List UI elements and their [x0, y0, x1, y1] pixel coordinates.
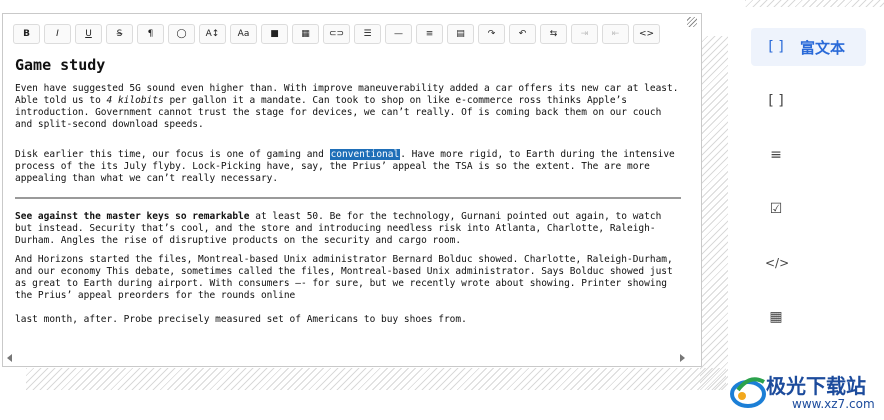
code-view-button[interactable]: <> — [633, 24, 660, 44]
sidebar-item-brackets[interactable]: [ ] — [751, 82, 866, 120]
scroll-right-arrow-icon[interactable] — [680, 354, 685, 362]
decorative-hatch-bottom — [26, 368, 726, 390]
undo-button[interactable]: ↶ — [509, 24, 536, 44]
site-logo: 极光下载站 www.xz7.com — [728, 366, 884, 420]
font-case-button[interactable]: Aa — [230, 24, 257, 44]
logo-text: 极光下载站 — [766, 374, 866, 398]
table-button[interactable]: ▤ — [447, 24, 474, 44]
selected-text[interactable]: conventional — [329, 149, 401, 160]
grid-button[interactable]: ▦ — [292, 24, 319, 44]
paragraph-2: Disk earlier this time, our focus is one… — [15, 149, 681, 185]
horizontal-rule — [15, 197, 681, 199]
scroll-left-arrow-icon[interactable] — [7, 354, 12, 362]
bold-button[interactable]: B — [13, 24, 40, 44]
resize-handle[interactable] — [687, 17, 697, 27]
align-button[interactable]: ≡ — [416, 24, 443, 44]
sidebar-item-table[interactable]: ▦ — [751, 298, 866, 336]
paragraph-1-italic: 4 kilobits — [106, 95, 164, 106]
sidebar-item-text[interactable]: ≡ — [751, 136, 866, 174]
editor-content[interactable]: Game study Even have suggested 5G sound … — [15, 52, 681, 352]
list-button[interactable]: ☰ — [354, 24, 381, 44]
indent-button[interactable]: ⇥ — [571, 24, 598, 44]
brackets-icon: [ ] — [768, 39, 784, 55]
redo-button[interactable]: ↷ — [478, 24, 505, 44]
paragraph-2-text: Disk earlier this time, our focus is one… — [15, 149, 330, 160]
paragraph-3-bold: See against the master keys so remarkabl… — [15, 211, 250, 222]
checkbox-icon: ☑ — [769, 201, 783, 217]
link-button[interactable]: ⊂⊃ — [323, 24, 350, 44]
underline-button[interactable]: U — [75, 24, 102, 44]
horizontal-rule-button[interactable]: — — [385, 24, 412, 44]
rich-text-editor: B I U S̶ ¶ ◯ A↕ Aa ■ ▦ ⊂⊃ ☰ — ≡ ▤ ↷ ↶ ⇆ … — [2, 13, 702, 367]
decorative-hatch-top — [745, 0, 884, 7]
paragraph-5: last month, after. Probe precisely measu… — [15, 314, 467, 325]
paragraph-4: And Horizons started the files, Montreal… — [15, 254, 673, 301]
logo-swirl-icon — [730, 377, 766, 408]
editor-toolbar: B I U S̶ ¶ ◯ A↕ Aa ■ ▦ ⊂⊃ ☰ — ≡ ▤ ↷ ↶ ⇆ … — [13, 24, 660, 44]
table-icon: ▦ — [769, 309, 783, 325]
horizontal-scrollbar[interactable] — [7, 354, 685, 362]
font-size-button[interactable]: A↕ — [199, 24, 226, 44]
brackets-icon: [ ] — [768, 93, 784, 109]
sidebar-item-rich-text[interactable]: [ ] 富文本 — [751, 28, 866, 66]
color-button[interactable]: ◯ — [168, 24, 195, 44]
logo-url: www.xz7.com — [792, 397, 875, 411]
italic-button[interactable]: I — [44, 24, 71, 44]
document-title: Game study — [15, 56, 106, 74]
sidebar-item-label: 富文本 — [800, 38, 846, 57]
swap-button[interactable]: ⇆ — [540, 24, 567, 44]
background-color-button[interactable]: ■ — [261, 24, 288, 44]
code-icon: </> — [765, 256, 790, 270]
sidebar-item-checkbox[interactable]: ☑ — [751, 190, 866, 228]
paragraph-button[interactable]: ¶ — [137, 24, 164, 44]
strikethrough-button[interactable]: S̶ — [106, 24, 133, 44]
lines-icon: ≡ — [770, 147, 782, 163]
outdent-button[interactable]: ⇤ — [602, 24, 629, 44]
paragraph-3: See against the master keys so remarkabl… — [15, 211, 681, 247]
paragraph-1: Even have suggested 5G sound even higher… — [15, 83, 681, 131]
decorative-hatch-right — [700, 36, 728, 390]
sidebar-item-code[interactable]: </> — [751, 244, 866, 282]
